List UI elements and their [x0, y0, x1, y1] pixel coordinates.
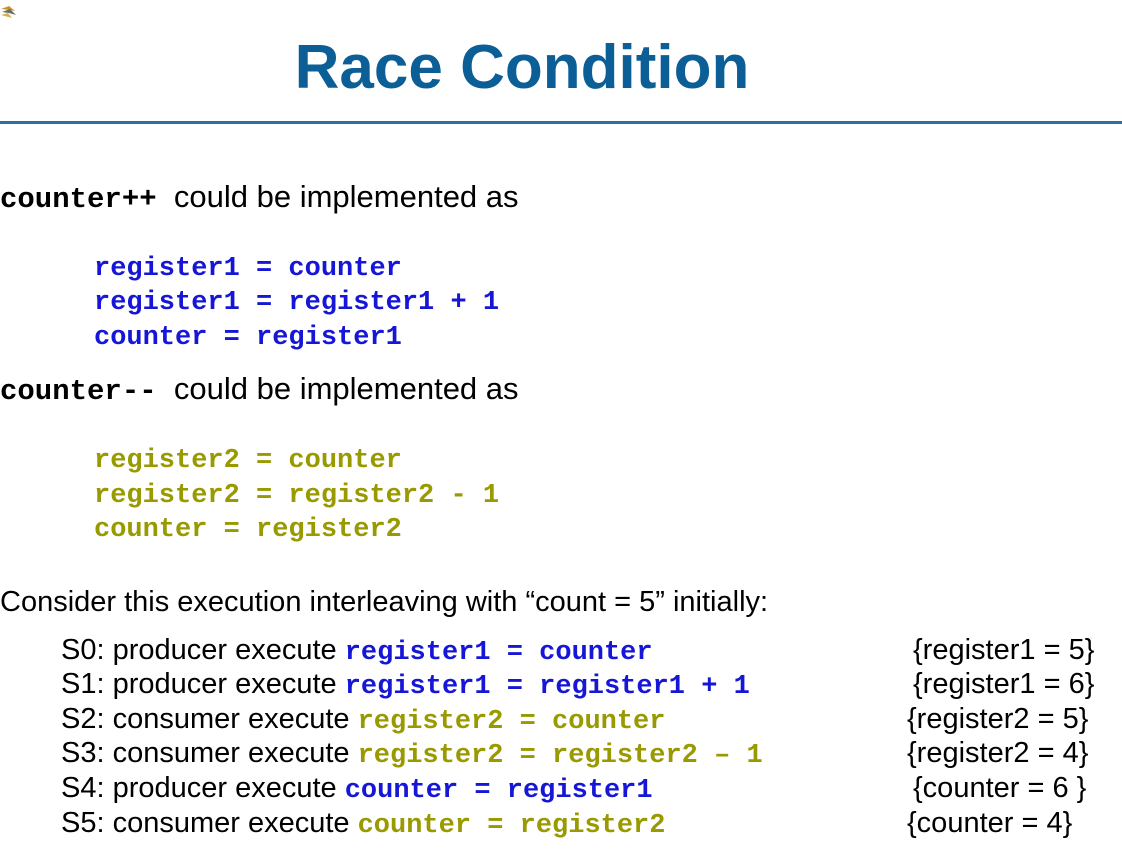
decrement-code-line-2: register2 = register2 - 1: [94, 481, 500, 511]
step-label: S2: consumer execute: [61, 703, 358, 735]
step-row: S0: producer execute register1 = counter: [61, 633, 653, 670]
step-row: S5: consumer execute counter = register2: [61, 806, 665, 843]
step-code: register1 = register1 + 1: [344, 672, 750, 702]
interleaving-intro: Consider this execution interleaving wit…: [0, 586, 769, 618]
step-code: register2 = register2 – 1: [357, 741, 763, 771]
step-label: S3: consumer execute: [61, 737, 358, 769]
increment-code-line-3: counter = register1: [94, 323, 402, 353]
decrement-heading: counter-- could be implemented as: [0, 370, 519, 411]
bird-logo-icon: [1, 6, 16, 18]
decrement-code-line-3: counter = register2: [94, 515, 402, 545]
step-result: {register1 = 6}: [913, 668, 1095, 700]
step-result: {register2 = 4}: [907, 737, 1089, 769]
step-label: S5: consumer execute: [61, 807, 358, 839]
decrement-text: could be implemented as: [173, 371, 519, 406]
step-label: S0: producer execute: [61, 634, 345, 666]
increment-text: could be implemented as: [173, 179, 519, 214]
step-row: S3: consumer execute register2 = registe…: [61, 736, 763, 773]
slide-title: Race Condition: [294, 33, 750, 102]
increment-keyword: counter++: [0, 183, 157, 216]
step-row: S2: consumer execute register2 = counter: [61, 702, 665, 739]
increment-code-line-2: register1 = register1 + 1: [94, 288, 500, 318]
step-result: {register2 = 5}: [907, 703, 1089, 735]
step-label: S4: producer execute: [61, 772, 345, 804]
title-divider: [0, 121, 1122, 124]
step-row: S1: producer execute register1 = registe…: [61, 667, 750, 704]
step-result: {register1 = 5}: [913, 634, 1095, 666]
step-code: register1 = counter: [344, 638, 653, 668]
step-label: S1: producer execute: [61, 668, 345, 700]
step-result: {counter = 6 }: [913, 772, 1087, 804]
increment-heading: counter++ could be implemented as: [0, 178, 519, 219]
increment-code-line-1: register1 = counter: [94, 254, 402, 284]
step-code: counter = register2: [357, 811, 666, 841]
step-code: register2 = counter: [357, 707, 666, 737]
decrement-code-line-1: register2 = counter: [94, 446, 402, 476]
step-code: counter = register1: [344, 776, 653, 806]
step-result: {counter = 4}: [907, 807, 1073, 839]
step-row: S4: producer execute counter = register1: [61, 771, 653, 808]
decrement-keyword: counter--: [0, 375, 157, 408]
